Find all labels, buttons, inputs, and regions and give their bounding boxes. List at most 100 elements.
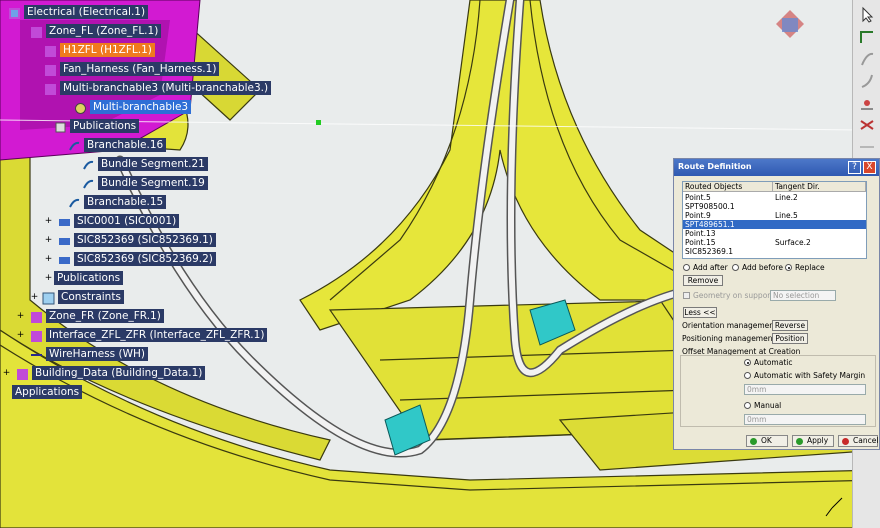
tree-node-sic852369-2[interactable]: SIC852369 (SIC852369.2) <box>58 251 216 266</box>
close-button[interactable]: X <box>863 161 876 174</box>
harness-icon <box>30 347 43 360</box>
manual-offset-field[interactable]: 0mm <box>744 414 866 425</box>
tree-node-applications[interactable]: Applications <box>12 384 83 399</box>
tree-node-branchable-15[interactable]: Branchable.15 <box>68 194 167 209</box>
apply-label: Apply <box>807 436 829 445</box>
tree-label: Electrical (Electrical.1) <box>24 4 149 19</box>
cancel-button[interactable]: Cancel <box>838 435 878 447</box>
tree-label: Bundle Segment.21 <box>98 156 208 171</box>
tree-node-constraints[interactable]: Constraints <box>42 289 124 305</box>
list-row[interactable]: SPT908500.1 <box>683 202 866 211</box>
reverse-button[interactable]: Reverse <box>772 320 808 331</box>
tree-label: Zone_FR (Zone_FR.1) <box>46 308 164 323</box>
tree-node-sic852369-1[interactable]: SIC852369 (SIC852369.1) <box>58 232 216 247</box>
tree-label: H1ZFL (H1ZFL.1) <box>60 42 155 57</box>
tree-node-fan-harness[interactable]: Fan_Harness (Fan_Harness.1) <box>44 61 220 76</box>
tree-node-h1zfl[interactable]: H1ZFL (H1ZFL.1) <box>44 42 155 57</box>
expand-icon[interactable]: + <box>16 331 25 340</box>
tree-node-sic0001[interactable]: SIC0001 (SIC0001) <box>58 213 180 228</box>
manual-radio[interactable] <box>744 402 751 409</box>
expand-icon[interactable]: + <box>44 236 53 245</box>
help-button[interactable]: ? <box>848 161 861 174</box>
replace-radio[interactable] <box>785 264 792 271</box>
column-header-routed-objects[interactable]: Routed Objects <box>683 182 773 192</box>
tree-label: Interface_ZFL_ZFR (Interface_ZFL_ZFR.1) <box>46 327 268 342</box>
curve-icon[interactable] <box>858 72 876 90</box>
tree-label: Fan_Harness (Fan_Harness.1) <box>60 61 220 76</box>
safety-margin-field[interactable]: 0mm <box>744 384 866 395</box>
tree-node-publications-2[interactable]: Publications <box>54 270 124 285</box>
expand-icon[interactable]: + <box>30 293 39 302</box>
tree-label: SIC852369 (SIC852369.2) <box>74 251 216 266</box>
apply-button[interactable]: Apply <box>792 435 834 447</box>
manual-label: Manual <box>754 401 782 410</box>
tree-label: Applications <box>12 384 83 399</box>
dialog-title-bar[interactable]: Route Definition ? X <box>674 159 879 176</box>
add-before-radio[interactable] <box>732 264 739 271</box>
tree-node-interface[interactable]: Interface_ZFL_ZFR (Interface_ZFL_ZFR.1) <box>30 327 268 342</box>
automatic-radio[interactable] <box>744 359 751 366</box>
routed-object: Point.15 <box>685 238 716 247</box>
select-arrow-icon[interactable] <box>858 6 876 24</box>
product-icon <box>44 43 57 57</box>
expand-icon[interactable]: + <box>44 255 53 264</box>
tree-node-multi-branchable-part[interactable]: Multi-branchable3 <box>74 99 192 114</box>
branch-icon[interactable] <box>858 50 876 68</box>
position-button[interactable]: Position <box>772 333 808 344</box>
add-after-radio[interactable] <box>683 264 690 271</box>
connector-icon <box>58 214 71 227</box>
tree-label: Branchable.15 <box>84 194 167 209</box>
tree-label: Multi-branchable3 (Multi-branchable3.) <box>60 80 272 95</box>
connector-icon <box>58 233 71 246</box>
tree-label: Multi-branchable3 <box>90 99 192 114</box>
less-button[interactable]: Less << <box>683 307 717 318</box>
product-icon <box>30 24 43 38</box>
tree-node-building-data[interactable]: Building_Data (Building_Data.1) <box>16 365 206 380</box>
routed-object: SIC852369.1 <box>685 247 733 256</box>
tree-node-zone-fr[interactable]: Zone_FR (Zone_FR.1) <box>30 308 164 323</box>
support-selection-field[interactable]: No selection <box>770 290 836 301</box>
publications-icon <box>54 119 67 133</box>
bundle-segment-icon <box>82 176 95 189</box>
cancel-label: Cancel <box>853 436 879 445</box>
tree-label: Constraints <box>58 289 124 304</box>
route-icon[interactable] <box>858 28 876 46</box>
list-row[interactable]: Point.15 Surface.2 <box>683 238 866 247</box>
expand-icon[interactable]: + <box>2 369 11 378</box>
automatic-safety-radio[interactable] <box>744 372 751 379</box>
geometry-on-support-label: Geometry on support <box>693 291 774 300</box>
routed-object: Point.5 <box>685 193 711 202</box>
constraints-icon <box>42 290 55 305</box>
routed-object: SPT908500.1 <box>685 202 735 211</box>
tree-node-electrical[interactable]: Electrical (Electrical.1) <box>8 4 149 19</box>
geometry-on-support-checkbox[interactable] <box>683 292 690 299</box>
tree-node-bundle-segment-21[interactable]: Bundle Segment.21 <box>82 156 208 171</box>
tree-node-multi-branchable[interactable]: Multi-branchable3 (Multi-branchable3.) <box>44 80 272 95</box>
cancel-icon <box>842 438 849 445</box>
tree-label: Building_Data (Building_Data.1) <box>32 365 206 380</box>
remove-button[interactable]: Remove <box>683 275 723 286</box>
tree-label: Zone_FL (Zone_FL.1) <box>46 23 162 38</box>
point-icon[interactable] <box>858 94 876 112</box>
list-row[interactable]: Point.13 <box>683 229 866 238</box>
expand-icon[interactable]: + <box>44 274 53 283</box>
expand-icon[interactable]: + <box>16 312 25 321</box>
replace-label: Replace <box>795 263 825 272</box>
tree-node-publications[interactable]: Publications <box>54 118 140 133</box>
list-row[interactable]: SIC852369.1 <box>683 247 866 256</box>
ok-button[interactable]: OK <box>746 435 788 447</box>
routed-objects-list[interactable]: Routed Objects Tangent Dir. Point.5 Line.… <box>682 181 867 259</box>
tree-label: Bundle Segment.19 <box>98 175 208 190</box>
column-header-tangent-dir[interactable]: Tangent Dir. <box>773 182 866 192</box>
list-row[interactable]: Point.9 Line.5 <box>683 211 866 220</box>
tree-node-wireharness[interactable]: WireHarness (WH) <box>30 346 148 361</box>
add-after-label: Add after <box>693 263 728 272</box>
tree-node-branchable-16[interactable]: Branchable.16 <box>68 137 167 152</box>
list-row-selected[interactable]: SPT489651.1 <box>683 220 866 229</box>
list-row[interactable]: Point.5 Line.2 <box>683 193 866 202</box>
tree-node-bundle-segment-19[interactable]: Bundle Segment.19 <box>82 175 208 190</box>
expand-icon[interactable]: + <box>44 217 53 226</box>
flip-icon[interactable] <box>858 116 876 134</box>
tree-label: SIC0001 (SIC0001) <box>74 213 180 228</box>
tree-node-zone-fl[interactable]: Zone_FL (Zone_FL.1) <box>30 23 162 38</box>
